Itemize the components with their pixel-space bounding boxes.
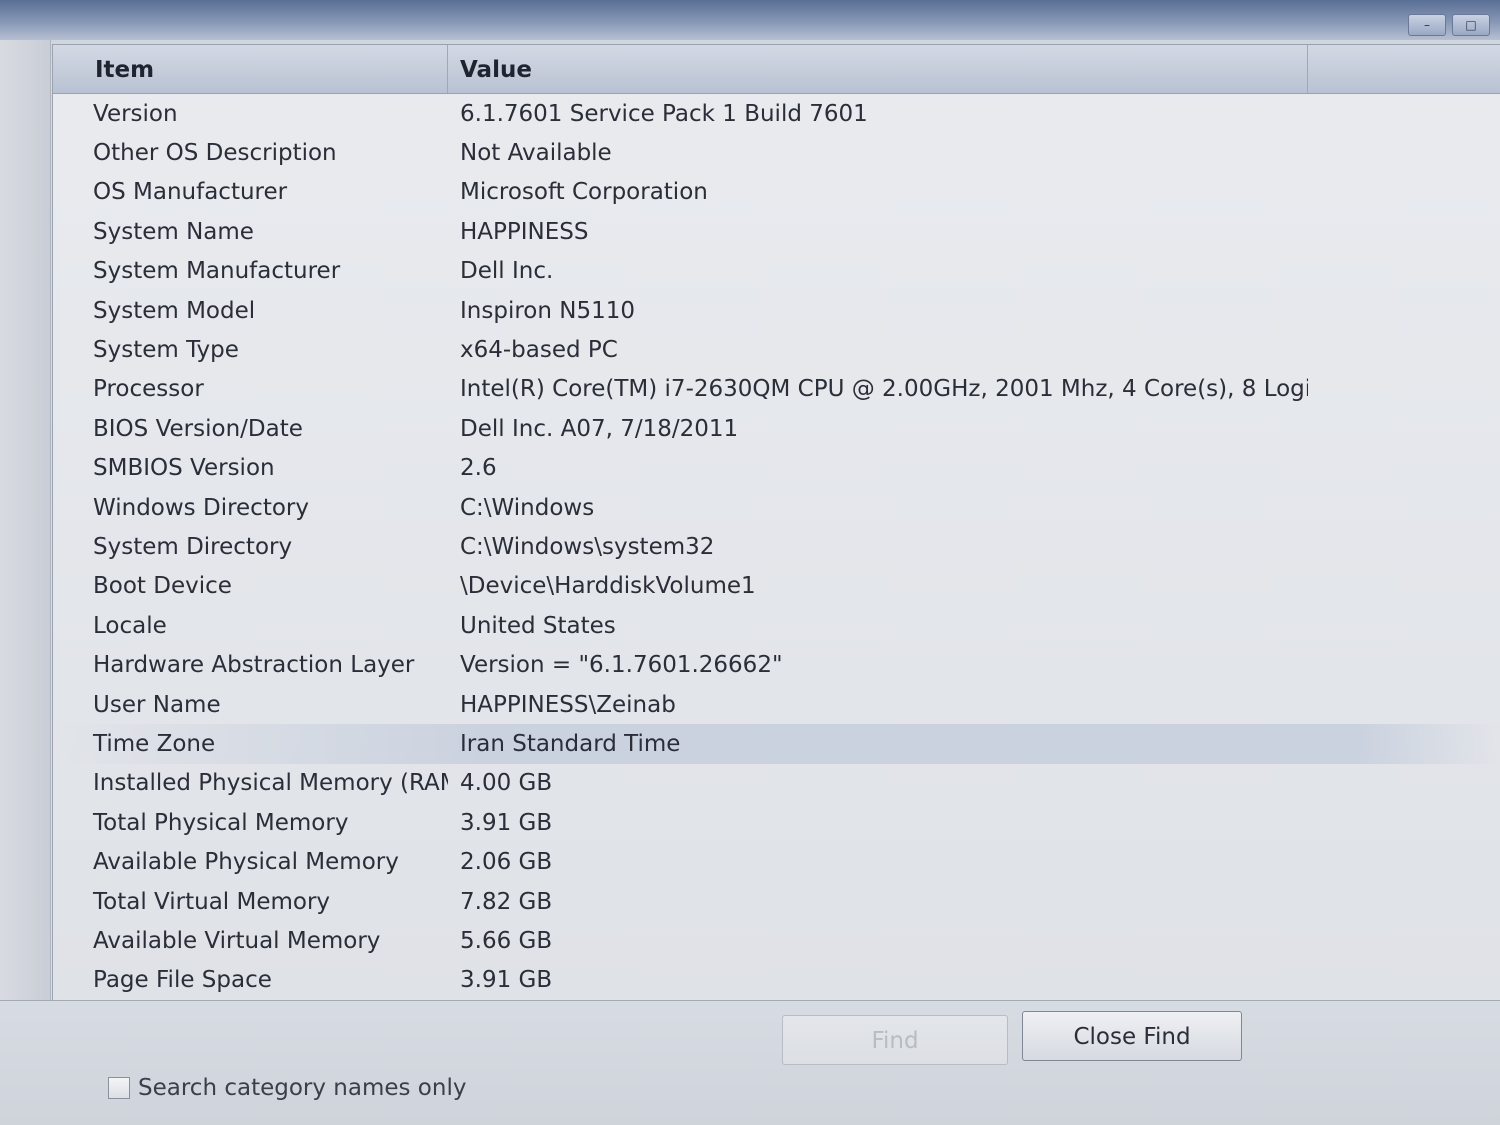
row-value: Microsoft Corporation bbox=[460, 179, 708, 206]
row-value: HAPPINESS bbox=[460, 218, 589, 245]
table-row[interactable]: Page File Space 3.91 GB bbox=[53, 961, 1500, 1000]
search-category-checkbox[interactable] bbox=[108, 1077, 130, 1099]
row-item-label: Available Physical Memory bbox=[93, 849, 399, 876]
minimize-button[interactable]: – bbox=[1408, 14, 1446, 36]
table-row[interactable]: Version 6.1.7601 Service Pack 1 Build 760… bbox=[53, 94, 1500, 133]
row-item-label: System Manufacturer bbox=[93, 258, 341, 285]
search-category-option[interactable]: Search category names only bbox=[108, 1075, 466, 1101]
table-row[interactable]: Other OS Description Not Available bbox=[53, 133, 1500, 172]
row-item-label: Page File Space bbox=[93, 967, 272, 994]
row-value: 7.82 GB bbox=[460, 888, 553, 915]
search-category-label: Search category names only bbox=[138, 1075, 467, 1101]
table-row[interactable]: Processor Intel(R) Core(TM) i7-2630QM CPU… bbox=[53, 370, 1500, 409]
row-value: United States bbox=[460, 612, 616, 639]
window-controls: – □ bbox=[1408, 14, 1490, 36]
table-row[interactable]: Boot Device \Device\HarddiskVolume1 bbox=[53, 567, 1500, 606]
row-value: 3.91 GB bbox=[460, 809, 553, 836]
title-bar: – □ bbox=[0, 0, 1500, 40]
table-row[interactable]: OS Manufacturer Microsoft Corporation bbox=[53, 173, 1500, 212]
row-item-label: Other OS Description bbox=[93, 140, 337, 167]
row-item-label: SMBIOS Version bbox=[93, 455, 275, 482]
table-row[interactable]: Available Virtual Memory 5.66 GB bbox=[53, 921, 1500, 960]
table-row[interactable]: Time Zone Iran Standard Time bbox=[53, 724, 1500, 764]
table-row[interactable]: System Name HAPPINESS bbox=[53, 212, 1500, 251]
system-information-window: – □ Item Value Version 6.1.7601 Service P… bbox=[0, 0, 1500, 1125]
row-item-label: Boot Device bbox=[93, 573, 232, 600]
row-value: 5.66 GB bbox=[460, 927, 553, 954]
table-row[interactable]: Available Physical Memory 2.06 GB bbox=[53, 842, 1500, 881]
row-item-label: Hardware Abstraction Layer bbox=[93, 652, 415, 679]
table-row[interactable]: System Directory C:\Windows\system32 bbox=[53, 527, 1500, 566]
table-row[interactable]: User Name HAPPINESS\Zeinab bbox=[53, 685, 1500, 724]
column-header-spacer bbox=[1308, 45, 1500, 93]
table-row[interactable]: System Manufacturer Dell Inc. bbox=[53, 252, 1500, 291]
column-header-value[interactable]: Value bbox=[448, 45, 1308, 93]
row-item-label: Total Virtual Memory bbox=[93, 888, 331, 915]
row-item-label: System Type bbox=[93, 337, 239, 364]
row-value: 2.06 GB bbox=[460, 849, 553, 876]
table-row[interactable]: Hardware Abstraction Layer Version = "6.1… bbox=[53, 645, 1500, 684]
row-value: 2.6 bbox=[460, 455, 497, 482]
table-row[interactable]: System Model Inspiron N5110 bbox=[53, 291, 1500, 330]
row-value: Not Available bbox=[460, 140, 612, 167]
table-row[interactable]: System Type x64-based PC bbox=[53, 330, 1500, 369]
row-item-label: Version bbox=[93, 100, 178, 127]
find-button[interactable]: Find bbox=[782, 1015, 1008, 1065]
find-bar: Find Close Find Search category names on… bbox=[0, 1000, 1500, 1125]
row-item-label: Windows Directory bbox=[93, 494, 309, 521]
row-value: \Device\HarddiskVolume1 bbox=[460, 573, 756, 600]
row-value: Dell Inc. bbox=[460, 258, 554, 285]
row-item-label: Locale bbox=[93, 612, 167, 639]
row-value: Iran Standard Time bbox=[460, 730, 681, 757]
table-row[interactable]: Total Physical Memory 3.91 GB bbox=[53, 803, 1500, 842]
table-row[interactable]: Windows Directory C:\Windows bbox=[53, 488, 1500, 527]
table-row[interactable]: Installed Physical Memory (RAM) 4.00 GB bbox=[53, 764, 1500, 803]
maximize-button[interactable]: □ bbox=[1452, 14, 1490, 36]
row-value: 6.1.7601 Service Pack 1 Build 7601 bbox=[460, 100, 868, 127]
row-item-label: System Name bbox=[93, 218, 254, 245]
row-item-label: Total Physical Memory bbox=[93, 809, 349, 836]
list-rows: Version 6.1.7601 Service Pack 1 Build 760… bbox=[53, 94, 1500, 1000]
row-item-label: Processor bbox=[93, 376, 204, 403]
table-row[interactable]: Locale United States bbox=[53, 606, 1500, 645]
table-row[interactable]: SMBIOS Version 2.6 bbox=[53, 449, 1500, 488]
row-item-label: Time Zone bbox=[93, 730, 216, 757]
row-value: C:\Windows bbox=[460, 494, 595, 521]
row-value: Dell Inc. A07, 7/18/2011 bbox=[460, 415, 739, 442]
system-summary-list[interactable]: Item Value Version 6.1.7601 Service Pack … bbox=[52, 44, 1500, 1001]
row-item-label: System Model bbox=[93, 297, 256, 324]
row-item-label: BIOS Version/Date bbox=[93, 415, 303, 442]
row-item-label: Installed Physical Memory (RAM) bbox=[93, 770, 448, 797]
list-header: Item Value bbox=[53, 45, 1500, 94]
row-value: Version = "6.1.7601.26662" bbox=[460, 652, 783, 679]
table-row[interactable]: Total Virtual Memory 7.82 GB bbox=[53, 882, 1500, 921]
row-item-label: User Name bbox=[93, 691, 221, 718]
row-item-label: System Directory bbox=[93, 533, 293, 560]
close-find-button[interactable]: Close Find bbox=[1022, 1011, 1242, 1061]
column-header-item[interactable]: Item bbox=[53, 45, 448, 93]
table-row[interactable]: BIOS Version/Date Dell Inc. A07, 7/18/201… bbox=[53, 409, 1500, 448]
row-value: x64-based PC bbox=[460, 337, 618, 364]
row-value: HAPPINESS\Zeinab bbox=[460, 691, 676, 718]
row-value: Intel(R) Core(TM) i7-2630QM CPU @ 2.00GH… bbox=[460, 376, 1308, 403]
row-value: 4.00 GB bbox=[460, 770, 553, 797]
row-item-label: Available Virtual Memory bbox=[93, 927, 381, 954]
row-value: C:\Windows\system32 bbox=[460, 533, 715, 560]
row-value: Inspiron N5110 bbox=[460, 297, 635, 324]
category-tree-pane[interactable] bbox=[0, 40, 51, 1000]
row-item-label: OS Manufacturer bbox=[93, 179, 288, 206]
row-value: 3.91 GB bbox=[460, 967, 553, 994]
